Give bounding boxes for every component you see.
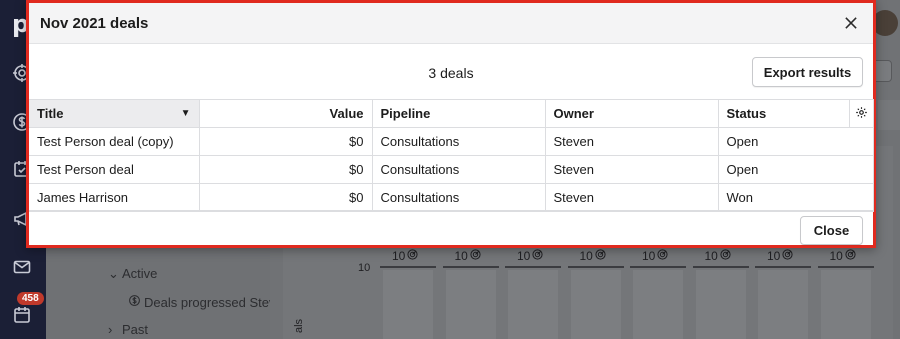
cell-owner: Steven: [544, 183, 719, 212]
chevron-down-icon: ⌄: [108, 266, 119, 281]
target-icon: [407, 249, 418, 263]
footer-divider: [29, 210, 873, 211]
goal-value-text: 10: [829, 249, 843, 263]
goal-line: [692, 266, 749, 268]
goal-column: [820, 270, 871, 339]
table-row[interactable]: Test Person deal (copy) $0 Consultations…: [29, 127, 874, 156]
goal-line: [380, 266, 436, 268]
y-axis-label: als: [293, 318, 306, 334]
goal-value-text: 10: [704, 249, 718, 263]
goal-column: [758, 270, 808, 339]
toolbar-strip: [878, 100, 900, 130]
tree-item-past[interactable]: › Past: [108, 322, 148, 337]
close-icon[interactable]: [841, 13, 861, 33]
deals-modal: Nov 2021 deals 3 deals Export results Ti…: [26, 0, 876, 248]
cell-pipeline: Consultations: [371, 183, 546, 212]
modal-header: Nov 2021 deals: [29, 3, 873, 44]
cell-title[interactable]: Test Person deal: [29, 155, 200, 184]
goal-value-text: 10: [392, 249, 406, 263]
goal-column: [383, 270, 433, 339]
sort-down-icon: ▼: [180, 108, 191, 119]
goal-value-text: 10: [517, 249, 531, 263]
cell-pipeline: Consultations: [371, 155, 546, 184]
cell-title[interactable]: James Harrison: [29, 183, 200, 212]
target-icon: [782, 249, 793, 263]
goal-value-label: 10: [830, 249, 856, 263]
target-icon: [720, 249, 731, 263]
cell-value: $0: [198, 127, 373, 156]
column-header-status[interactable]: Status: [717, 99, 850, 128]
mail-icon[interactable]: [11, 256, 33, 278]
target-icon: [845, 249, 856, 263]
table-row[interactable]: James Harrison $0 Consultations Steven W…: [29, 183, 874, 212]
goal-value-text: 10: [579, 249, 593, 263]
goal-value-label: 10: [517, 249, 543, 263]
tree-item-label: Past: [122, 322, 149, 337]
table-header-row: Title ▼ Value Pipeline Owner Status: [29, 99, 874, 128]
goal-value-text: 10: [767, 249, 781, 263]
goal-value-label: 10: [580, 249, 606, 263]
modal-title: Nov 2021 deals: [40, 15, 149, 32]
calendar-icon[interactable]: [11, 304, 33, 326]
goal-value-text: 10: [642, 249, 656, 263]
goal-value-label: 10: [767, 249, 793, 263]
column-header-value[interactable]: Value: [198, 99, 373, 128]
column-header-owner[interactable]: Owner: [544, 99, 719, 128]
cell-title[interactable]: Test Person deal (copy): [29, 127, 200, 156]
tree-item-label: Deals progressed Stev...: [144, 295, 286, 310]
cell-value: $0: [198, 155, 373, 184]
dollar-circle-icon: [128, 294, 144, 310]
tree-item-active[interactable]: ⌄ Active: [108, 266, 157, 282]
goal-column: [445, 270, 496, 339]
cell-owner: Steven: [544, 155, 719, 184]
goal-value-text: 10: [454, 249, 468, 263]
goal-line: [755, 266, 811, 268]
tree-item-deals-progressed[interactable]: Deals progressed Stev...: [128, 294, 285, 310]
goal-column: [633, 270, 683, 339]
target-icon: [595, 249, 606, 263]
chevron-right-icon: ›: [108, 322, 113, 337]
cell-status: Open: [717, 127, 874, 156]
goal-line: [630, 266, 686, 268]
goal-column: [695, 270, 746, 339]
cell-pipeline: Consultations: [371, 127, 546, 156]
cell-owner: Steven: [544, 127, 719, 156]
goal-value-label: 10: [705, 249, 731, 263]
table-row[interactable]: Test Person deal $0 Consultations Steven…: [29, 155, 874, 184]
gear-icon[interactable]: [848, 99, 874, 128]
y-tick-label: 10: [358, 262, 371, 274]
column-header-label: Title: [37, 106, 64, 121]
goal-line: [442, 266, 499, 268]
target-icon: [532, 249, 543, 263]
goal-line: [505, 266, 561, 268]
target-icon: [657, 249, 668, 263]
goal-column: [508, 270, 558, 339]
cell-value: $0: [198, 183, 373, 212]
goal-column: [570, 270, 621, 339]
target-icon: [470, 249, 481, 263]
tree-item-label: Active: [122, 266, 158, 281]
goal-line: [567, 266, 624, 268]
close-button[interactable]: Close: [800, 216, 863, 245]
deals-count: 3 deals: [428, 65, 474, 81]
goal-value-label: 10: [455, 249, 481, 263]
cell-status: Open: [717, 155, 874, 184]
export-results-button[interactable]: Export results: [752, 57, 863, 87]
column-header-pipeline[interactable]: Pipeline: [371, 99, 546, 128]
goal-line: [817, 266, 874, 268]
goal-value-label: 10: [392, 249, 418, 263]
cell-status: Won: [717, 183, 874, 212]
column-header-title[interactable]: Title ▼: [29, 99, 200, 128]
goal-value-label: 10: [642, 249, 668, 263]
deals-table: Title ▼ Value Pipeline Owner Status Test…: [29, 99, 874, 212]
